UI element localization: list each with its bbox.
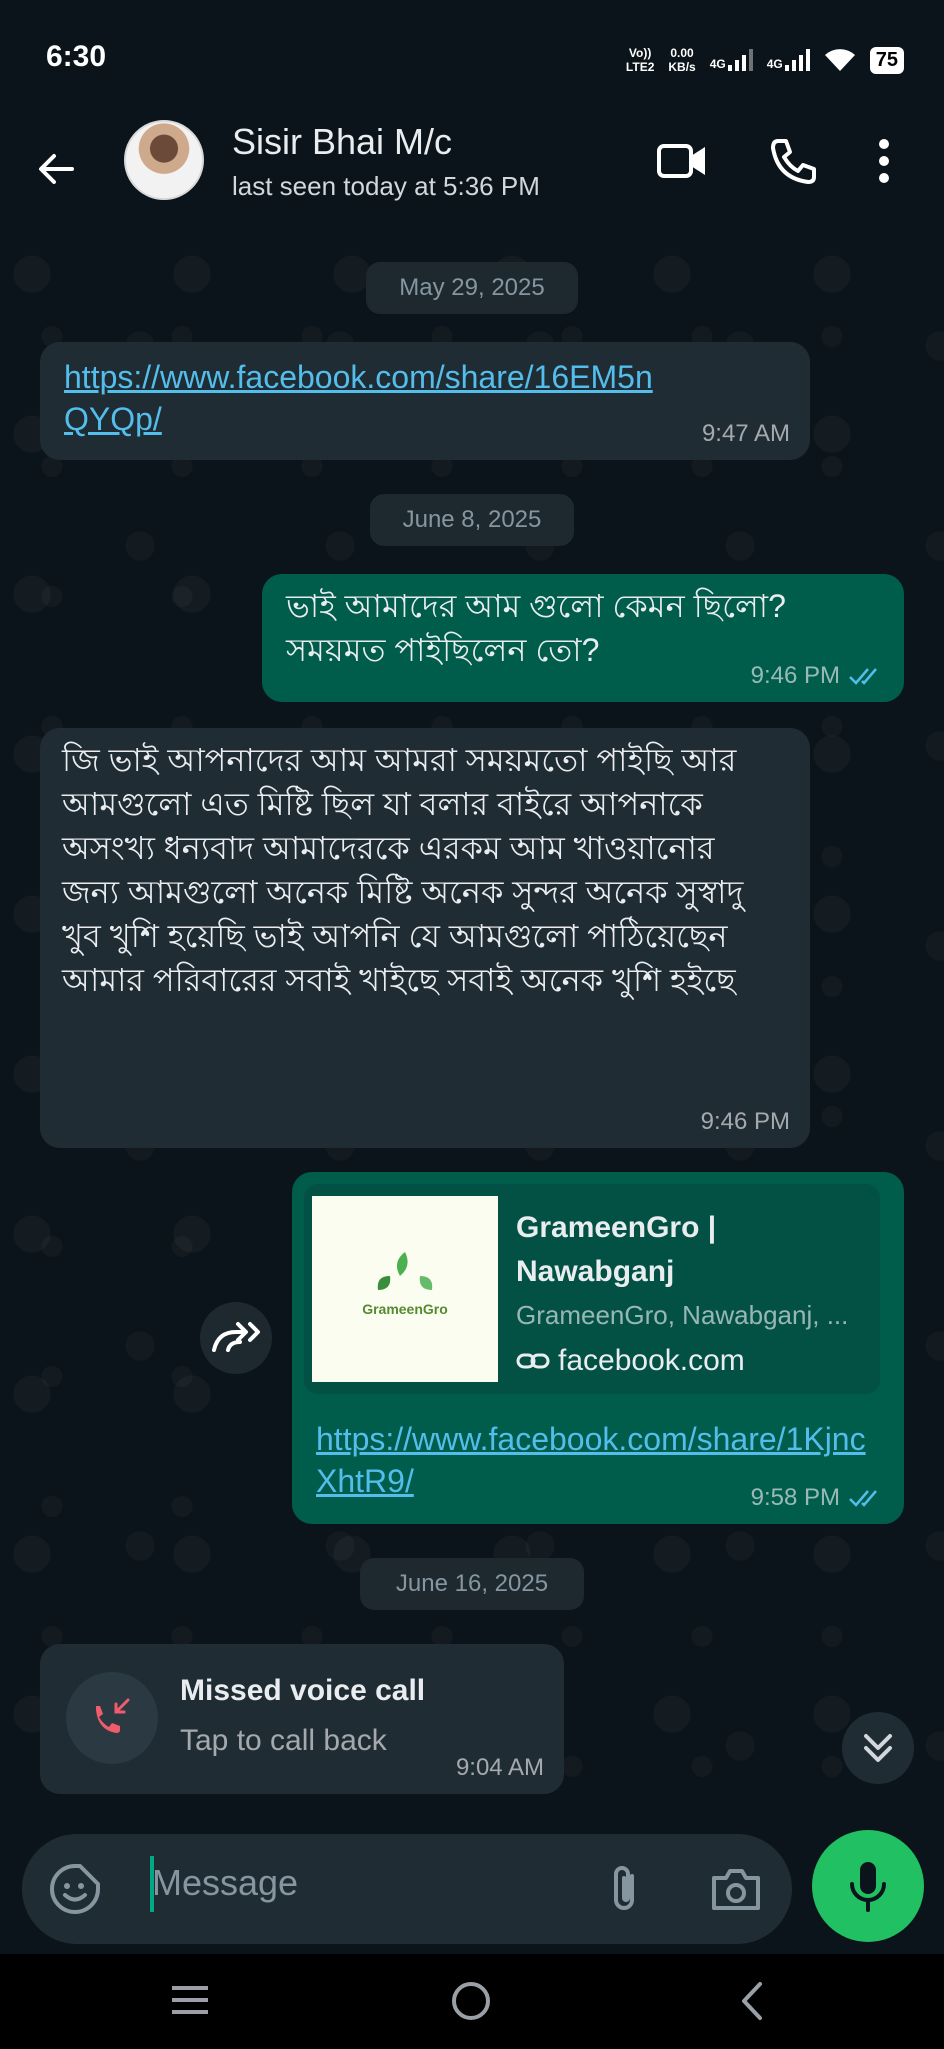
read-receipt-icon [849, 668, 877, 685]
message-time: 9:04 AM [455, 1754, 544, 1781]
link-preview-domain: facebook.com [516, 1344, 745, 1378]
message-time: 9:47 AM [701, 420, 790, 447]
incoming-message[interactable]: https://www.facebook.com/share/16EM5nQYQ… [40, 342, 810, 460]
last-seen-status[interactable]: last seen today at 5:36 PM [232, 171, 540, 202]
system-nav-bar [0, 1954, 944, 2049]
link-icon [516, 1353, 550, 1369]
attach-icon[interactable] [604, 1862, 644, 1916]
mic-button[interactable] [812, 1830, 924, 1942]
forward-icon [212, 1322, 260, 1352]
message-link[interactable]: https://www.facebook.com/share/16EM5nQYQ… [64, 356, 664, 440]
missed-call-title: Missed voice call [180, 1674, 426, 1707]
outgoing-message[interactable]: GrameenGro GrameenGro | Nawabganj Gramee… [292, 1172, 904, 1524]
status-icons: Vo)) LTE2 0.00 KB/s 4G 4G 75 [626, 40, 904, 80]
link-preview-description: GrameenGro, Nawabganj, ... [516, 1300, 849, 1330]
arrow-back-icon[interactable] [30, 142, 84, 196]
message-input[interactable]: Message [152, 1862, 298, 1904]
status-bar: 6:30 Vo)) LTE2 0.00 KB/s 4G 4G 75 [0, 0, 944, 112]
outgoing-message[interactable]: ভাই আমাদের আম গুলো কেমন ছিলো? সময়মত পাই… [262, 574, 904, 702]
missed-call-message[interactable]: Missed voice call Tap to call back 9:04 … [40, 1644, 564, 1794]
link-preview-title: GrameenGro | Nawabganj [516, 1211, 717, 1288]
scroll-to-bottom-button[interactable] [842, 1712, 914, 1784]
network-speed: 0.00 KB/s [668, 46, 696, 74]
recents-icon[interactable] [170, 1982, 210, 2018]
missed-call-icon [96, 1698, 130, 1733]
message-time: 9:46 PM [750, 662, 840, 689]
volte-indicator: Vo)) LTE2 [625, 46, 655, 74]
message-meta: 9:58 PM [751, 1484, 884, 1512]
back-nav-icon[interactable] [736, 1980, 766, 2022]
wifi-icon [824, 49, 855, 71]
message-meta: 9:04 AM [456, 1754, 544, 1782]
signal-2: 4G [767, 49, 810, 71]
forward-button[interactable] [200, 1302, 272, 1374]
logo-text: GrameenGro [362, 1301, 448, 1317]
link-preview-card[interactable]: GrameenGro GrameenGro | Nawabganj Gramee… [304, 1184, 880, 1394]
read-receipt-icon [849, 1490, 877, 1507]
grameengro-logo: GrameenGro [362, 1252, 448, 1317]
status-time: 6:30 [46, 40, 107, 73]
message-text: জি ভাই আপনাদের আম আমরা সময়মতো পাইছি আর … [62, 742, 744, 998]
incoming-message[interactable]: জি ভাই আপনাদের আম আমরা সময়মতো পাইছি আর … [40, 728, 810, 1148]
message-composer: Message [22, 1834, 792, 1944]
signal-bars-icon [784, 49, 810, 71]
missed-call-icon-wrap [66, 1672, 158, 1764]
contact-name[interactable]: Sisir Bhai M/c [232, 121, 452, 163]
double-chevron-down-icon [864, 1734, 892, 1762]
sticker-icon[interactable] [48, 1862, 102, 1916]
link-preview-image: GrameenGro [312, 1196, 498, 1382]
more-vert-icon[interactable] [876, 138, 892, 184]
missed-call-subtitle: Tap to call back [180, 1724, 387, 1757]
message-time: 9:46 PM [700, 1108, 790, 1135]
message-meta: 9:46 PM [751, 662, 884, 690]
camera-icon[interactable] [710, 1866, 762, 1912]
date-chip: May 29, 2025 [366, 262, 578, 314]
message-meta: 9:46 PM [701, 1108, 790, 1136]
battery-indicator: 75 [869, 46, 904, 74]
avatar[interactable] [124, 120, 204, 200]
date-chip: June 8, 2025 [370, 494, 574, 546]
message-time: 9:58 PM [750, 1484, 840, 1511]
signal-1: 4G [710, 49, 753, 71]
signal-bars-icon [727, 49, 753, 71]
microphone-icon [850, 1862, 886, 1912]
video-call-icon[interactable] [656, 138, 708, 184]
date-chip: June 16, 2025 [360, 1558, 584, 1610]
message-meta: 9:47 AM [702, 420, 790, 448]
message-text: ভাই আমাদের আম গুলো কেমন ছিলো? সময়মত পাই… [286, 588, 786, 668]
voice-call-icon[interactable] [768, 136, 818, 186]
home-icon[interactable] [450, 1980, 492, 2022]
